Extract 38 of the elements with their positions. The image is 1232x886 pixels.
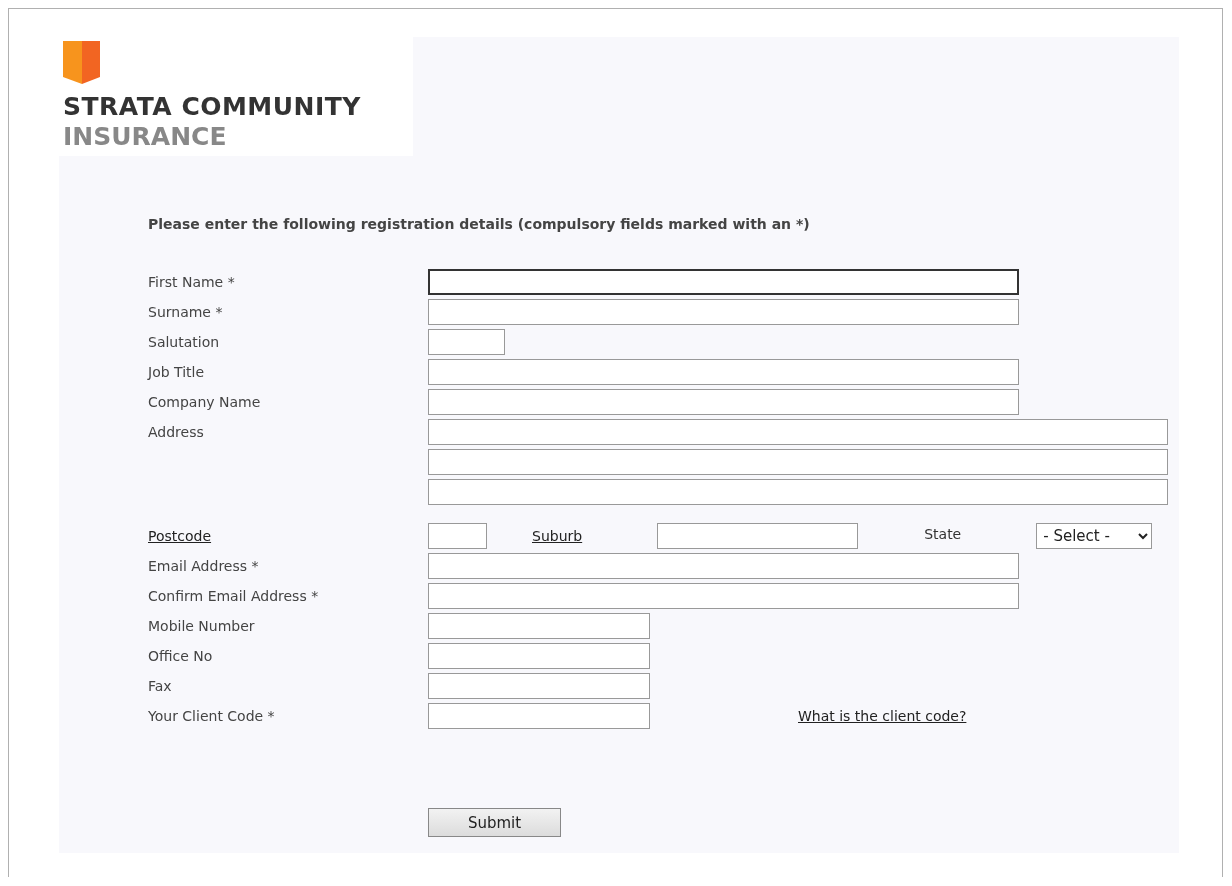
field-label: First Name * xyxy=(148,274,235,290)
text-field[interactable] xyxy=(428,673,650,699)
text-field[interactable] xyxy=(428,479,1168,505)
text-field[interactable] xyxy=(428,449,1168,475)
field-label: Salutation xyxy=(148,334,220,350)
field-label: Mobile Number xyxy=(148,618,255,634)
field-label: Company Name xyxy=(148,394,261,410)
shield-icon xyxy=(63,41,101,84)
field-label: Email Address * xyxy=(148,558,259,574)
state-label: State xyxy=(924,526,962,542)
state-dropdown[interactable]: - Select - xyxy=(1036,523,1153,549)
submit-button[interactable]: Submit xyxy=(428,808,561,837)
text-field[interactable] xyxy=(428,389,1019,415)
postcode-field[interactable] xyxy=(428,523,487,549)
field-label: Confirm Email Address * xyxy=(148,588,319,604)
help-link[interactable]: What is the client code? xyxy=(798,708,967,724)
postcode-link[interactable]: Postcode xyxy=(148,528,212,544)
text-field[interactable] xyxy=(428,643,650,669)
text-field[interactable] xyxy=(428,583,1019,609)
field-label: Address xyxy=(148,424,204,440)
text-field[interactable] xyxy=(428,329,505,355)
logo-text: STRATA COMMUNITY xyxy=(63,92,361,122)
text-field[interactable] xyxy=(428,359,1019,385)
field-label: Office No xyxy=(148,648,213,664)
text-field[interactable] xyxy=(428,703,650,729)
suburb-field[interactable] xyxy=(657,523,859,549)
text-field[interactable] xyxy=(428,613,650,639)
text-field[interactable] xyxy=(428,419,1168,445)
field-label: Fax xyxy=(148,678,172,694)
text-field[interactable] xyxy=(428,269,1019,295)
suburb-link[interactable]: Suburb xyxy=(532,528,583,544)
logo-text: INSURANCE xyxy=(63,122,227,152)
field-label: Job Title xyxy=(148,364,205,380)
field-label: Surname * xyxy=(148,304,223,320)
field-label: Your Client Code * xyxy=(148,708,275,724)
text-field[interactable] xyxy=(428,553,1019,579)
text-field[interactable] xyxy=(428,299,1019,325)
form-heading: Please enter the following registration details (compulsory fields marked with an *) xyxy=(148,216,810,232)
